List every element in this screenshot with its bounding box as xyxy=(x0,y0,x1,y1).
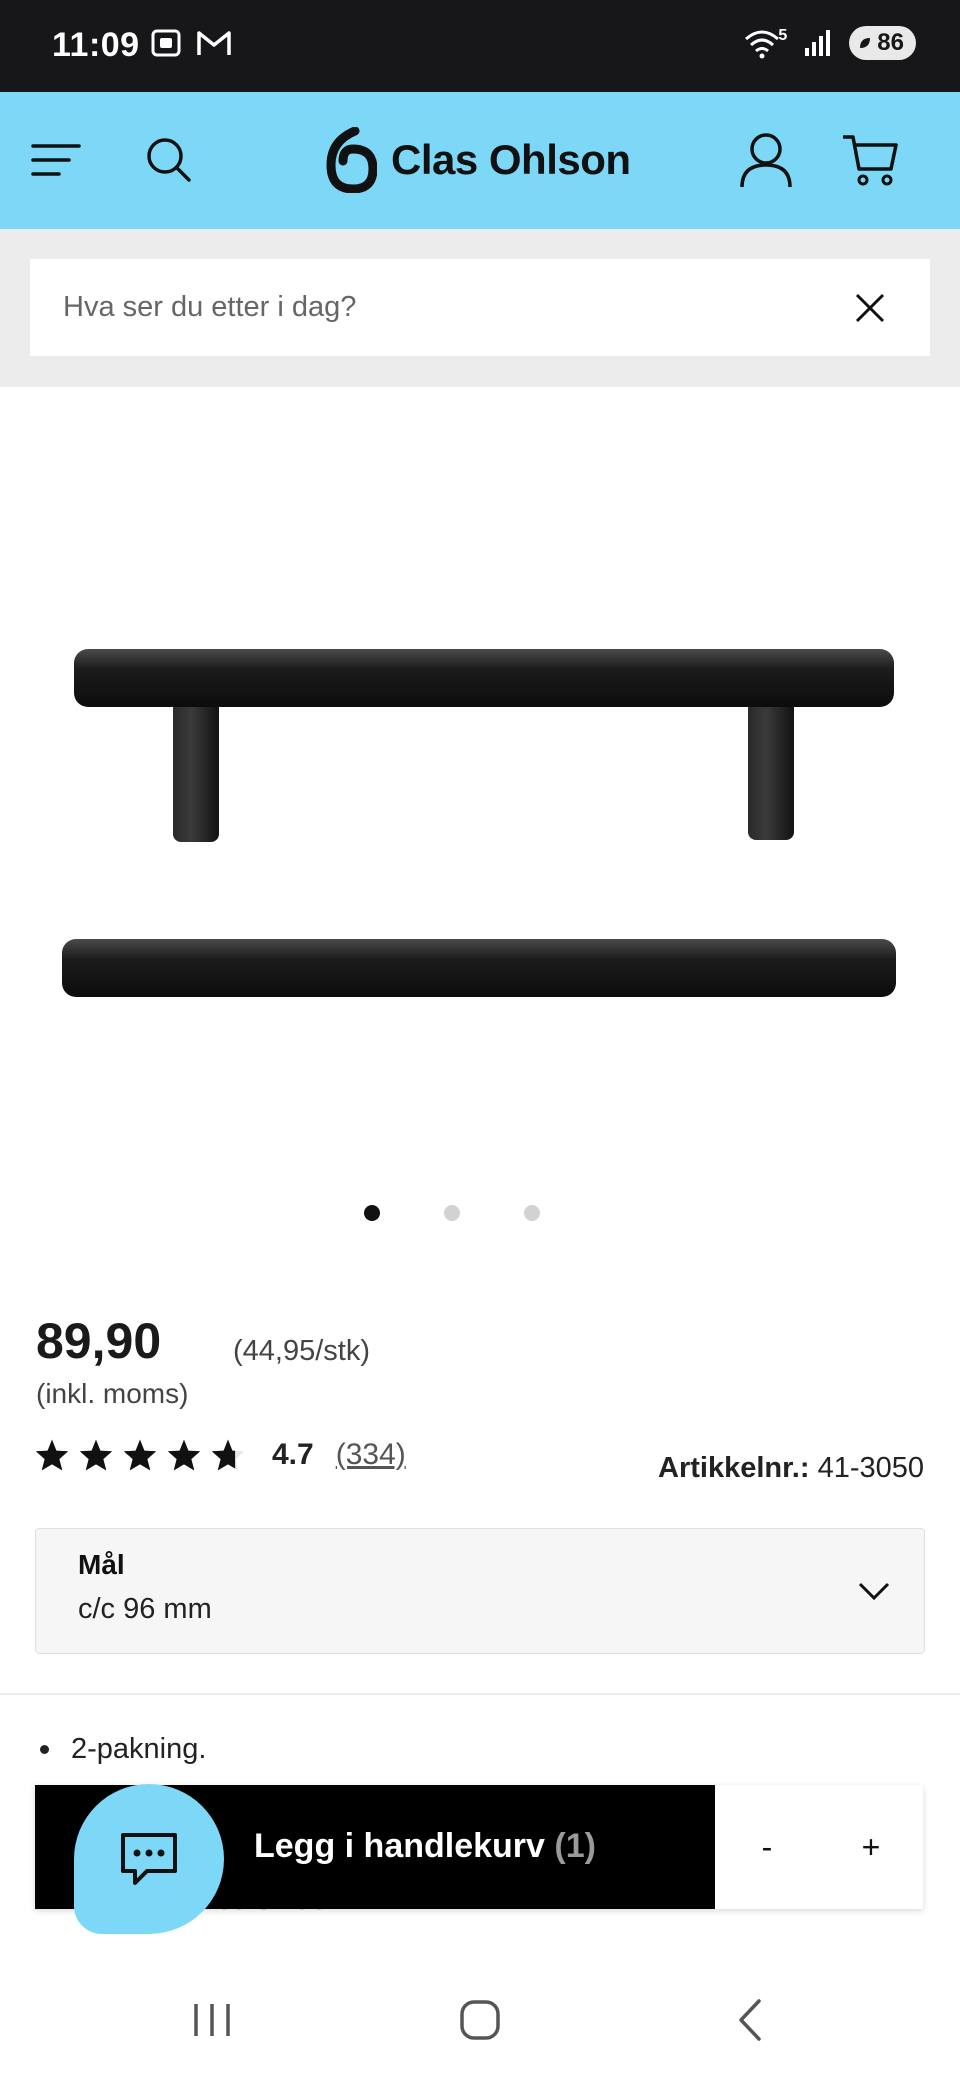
product-rating[interactable]: 4.7 (334) xyxy=(34,1438,406,1472)
menu-button[interactable] xyxy=(24,128,88,192)
section-divider xyxy=(0,1693,960,1695)
size-select[interactable]: Mål c/c 96 mm xyxy=(35,1528,925,1654)
recent-apps-button[interactable] xyxy=(172,1990,252,2050)
cart-button[interactable] xyxy=(838,128,902,192)
search-icon xyxy=(147,138,191,182)
star-icon xyxy=(79,1439,113,1471)
close-icon xyxy=(855,293,885,322)
network-label: 5 xyxy=(778,27,788,44)
search-clear-button[interactable] xyxy=(840,278,900,338)
product-price: 89,90 xyxy=(36,1313,162,1369)
home-button[interactable] xyxy=(440,1990,520,2050)
status-system-icons: 5 86 xyxy=(742,26,916,60)
back-button[interactable] xyxy=(710,1990,790,2050)
gmail-icon xyxy=(197,31,231,55)
status-notification-icons xyxy=(150,28,232,58)
size-select-label: Mål xyxy=(78,1549,125,1580)
cart-quantity: (1) xyxy=(554,1827,596,1865)
article-number: Artikkelnr.: 41-3050 xyxy=(658,1452,924,1485)
signal-icon xyxy=(805,30,831,56)
brand-logo[interactable]: Clas Ohlson xyxy=(325,120,631,200)
account-button[interactable] xyxy=(734,128,798,192)
partial-star-icon xyxy=(211,1439,245,1471)
feature-item: 2-pakning. xyxy=(40,1733,206,1766)
add-to-cart-label: Legg i handlekurv (1) xyxy=(254,1827,596,1866)
user-icon xyxy=(740,133,792,188)
battery-indicator: 86 xyxy=(849,26,916,60)
add-to-cart-text: Legg i handlekurv xyxy=(254,1827,545,1865)
brand-name: Clas Ohlson xyxy=(391,136,631,183)
status-time: 11:09 xyxy=(52,26,140,64)
product-features: 2-pakning. xyxy=(40,1733,206,1766)
vat-note: (inkl. moms) xyxy=(36,1378,189,1409)
clas-ohlson-logo-icon xyxy=(326,127,377,193)
cabinet-handle-image xyxy=(62,649,896,997)
carousel-dot-3[interactable] xyxy=(524,1205,540,1221)
recent-apps-icon xyxy=(194,2004,230,2036)
carousel-dot-2[interactable] xyxy=(444,1205,460,1221)
rating-value: 4.7 xyxy=(272,1438,314,1471)
back-icon xyxy=(739,1999,761,2041)
wifi-icon: 5 xyxy=(742,27,787,59)
cart-icon xyxy=(843,135,898,186)
chevron-down-icon xyxy=(858,1582,890,1601)
star-icon xyxy=(35,1439,69,1471)
rating-stars xyxy=(34,1438,246,1472)
image-carousel-dots xyxy=(0,1205,960,1231)
battery-saver-icon xyxy=(860,38,871,48)
chat-button[interactable] xyxy=(74,1784,224,1934)
article-number-value: 41-3050 xyxy=(817,1452,924,1484)
article-number-label: Artikkelnr.: xyxy=(658,1452,810,1484)
size-select-value: c/c 96 mm xyxy=(78,1593,212,1625)
star-icon xyxy=(167,1439,201,1471)
star-icon xyxy=(123,1439,157,1471)
system-nav-bar xyxy=(0,1960,960,2080)
app-header: Clas Ohlson xyxy=(0,92,960,229)
quantity-decrease-button[interactable]: - xyxy=(715,1785,820,1909)
search-box xyxy=(30,258,930,357)
search-button[interactable] xyxy=(137,128,201,192)
chat-icon xyxy=(121,1833,177,1885)
screenshot-icon xyxy=(151,29,181,57)
battery-level: 86 xyxy=(877,29,904,56)
status-bar: 11:09 5 86 xyxy=(0,0,960,92)
carousel-dot-1[interactable] xyxy=(364,1205,380,1221)
product-image[interactable] xyxy=(0,387,960,1177)
unit-price: (44,95/stk) xyxy=(233,1335,370,1367)
review-count-link[interactable]: (334) xyxy=(336,1438,406,1472)
home-icon xyxy=(460,2000,500,2040)
menu-icon xyxy=(31,144,81,176)
search-section xyxy=(0,229,960,387)
quantity-increase-button[interactable]: + xyxy=(819,1785,923,1909)
search-input[interactable] xyxy=(30,258,840,357)
